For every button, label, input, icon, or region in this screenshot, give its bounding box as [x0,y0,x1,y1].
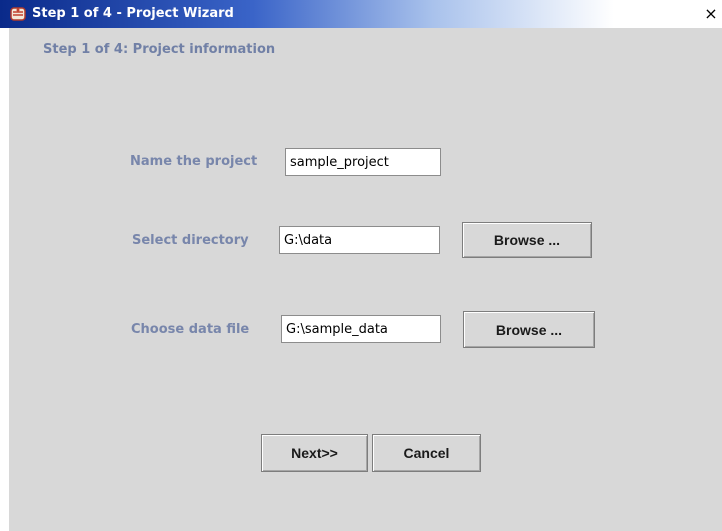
data-file-label: Choose data file [131,322,250,337]
project-name-input[interactable] [285,148,441,176]
project-name-label: Name the project [130,154,258,169]
cancel-button[interactable]: Cancel [372,434,481,472]
java-duke-icon [9,6,27,22]
browse-data-file-button[interactable]: Browse ... [463,311,595,348]
close-window-button[interactable]: × [703,6,719,22]
wizard-panel: Step 1 of 4: Project information Name th… [9,28,722,531]
directory-label: Select directory [132,233,249,248]
browse-directory-button[interactable]: Browse ... [462,222,592,258]
step-heading: Step 1 of 4: Project information [43,42,276,57]
next-button[interactable]: Next>> [261,434,368,472]
data-file-input[interactable] [281,315,441,343]
title-bar[interactable]: Step 1 of 4 - Project Wizard × [0,0,722,28]
directory-input[interactable] [279,226,440,254]
window-title: Step 1 of 4 - Project Wizard [32,6,234,21]
